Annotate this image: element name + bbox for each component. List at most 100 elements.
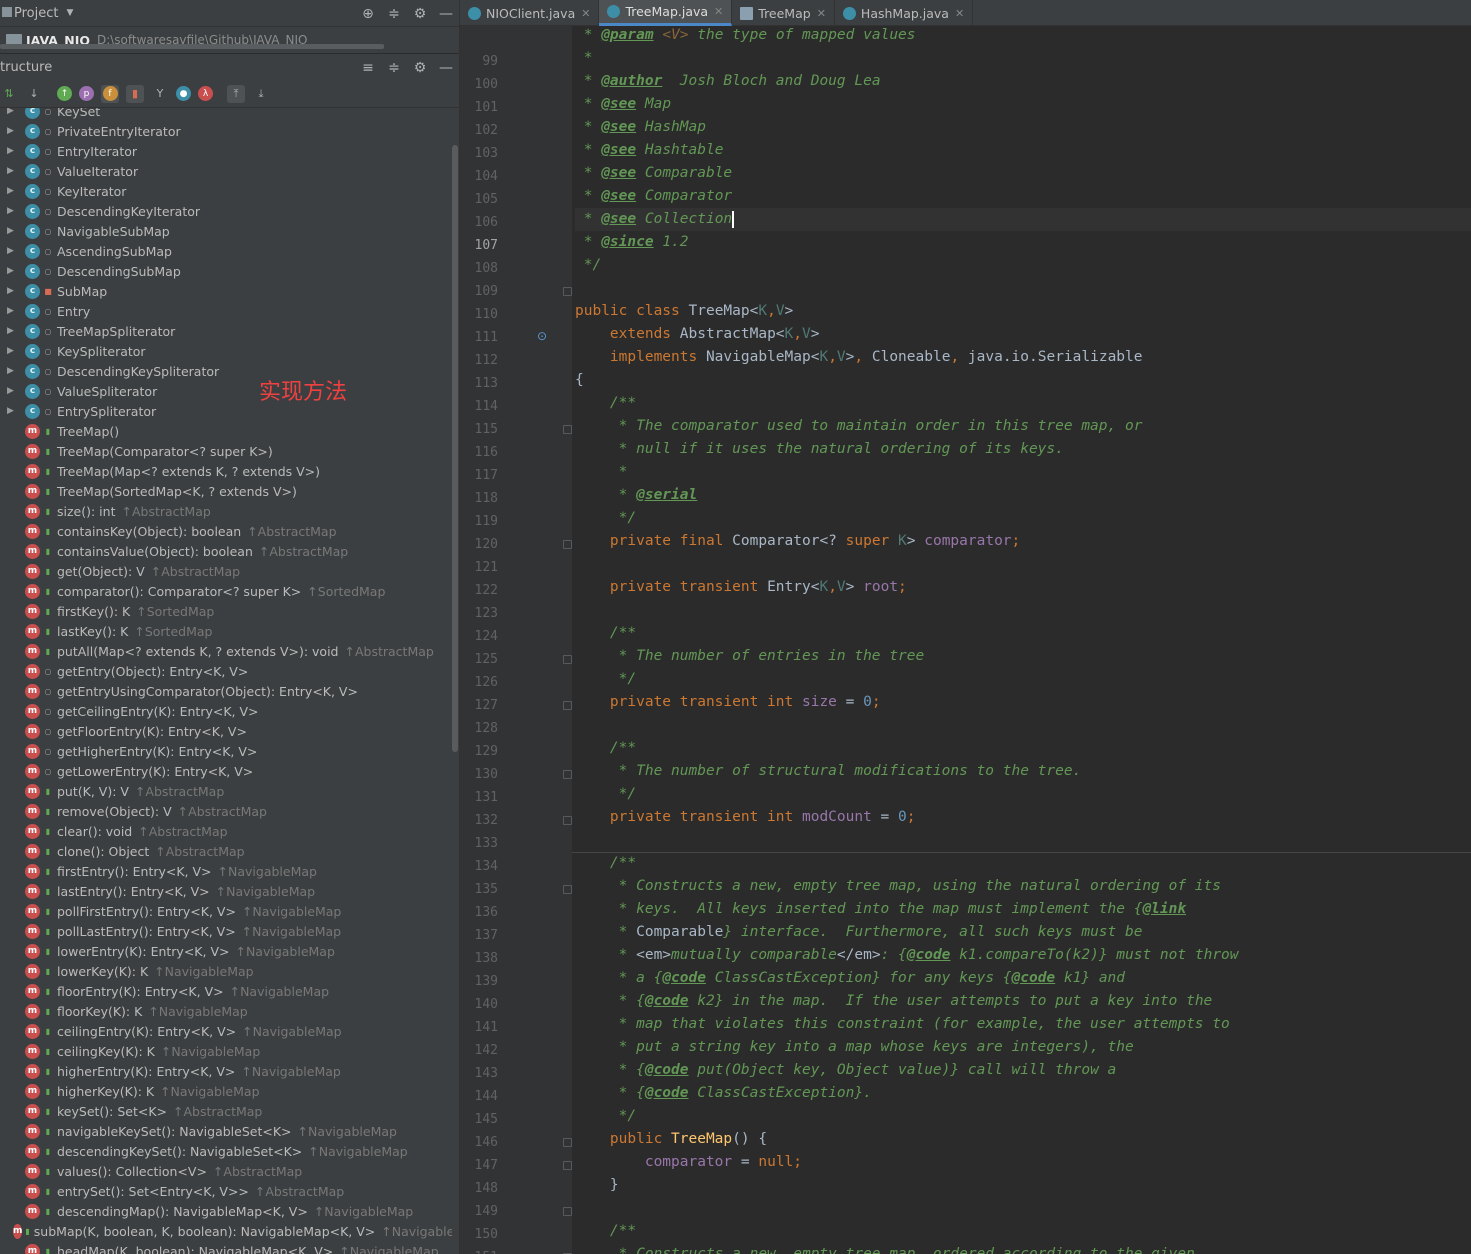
collapse-all-icon[interactable]: ≑ <box>387 60 401 76</box>
expand-arrow-icon[interactable]: ▶ <box>7 166 19 176</box>
close-icon[interactable]: ✕ <box>714 5 723 18</box>
code-line[interactable]: /** <box>575 737 636 760</box>
expand-arrow-icon[interactable]: ▶ <box>7 266 19 276</box>
autoscroll-to-source-icon[interactable]: ⤒ <box>227 84 245 103</box>
fold-marker-icon[interactable] <box>563 770 572 779</box>
project-horizontal-scrollbar[interactable] <box>0 44 384 49</box>
tree-item-method[interactable]: m ▮ put(K, V): V ↑AbstractMap <box>0 781 452 801</box>
autoscroll-from-source-icon[interactable]: ⤓ <box>252 85 270 103</box>
sort-visibility-icon[interactable]: ⇅ <box>0 85 18 103</box>
tree-item-method[interactable]: m ▮ ceilingEntry(K): Entry<K, V> ↑Navigable… <box>0 1021 452 1041</box>
tree-item-method[interactable]: m ○ getCeilingEntry(K): Entry<K, V> <box>0 701 452 721</box>
fold-marker-icon[interactable] <box>563 540 572 549</box>
code-line[interactable]: public TreeMap() { <box>575 1128 767 1151</box>
tree-item-method[interactable]: m ▮ TreeMap() <box>0 421 452 441</box>
code-line[interactable]: * @see Comparable <box>575 162 732 185</box>
tree-item-method[interactable]: m ▮ headMap(K, boolean): NavigableMap<K, V… <box>0 1241 452 1254</box>
code-line[interactable]: * map that violates this constraint (for… <box>575 1013 1230 1036</box>
code-line[interactable]: extends AbstractMap<K,V> <box>575 323 820 346</box>
code-line[interactable]: comparator = null; <box>575 1151 802 1174</box>
tree-item-class[interactable]: ▶ c ■ SubMap <box>0 281 452 301</box>
tree-item-method[interactable]: m ○ getHigherEntry(K): Entry<K, V> <box>0 741 452 761</box>
code-line[interactable]: private transient Entry<K,V> root; <box>575 576 907 599</box>
code-line[interactable]: * @since 1.2 <box>575 231 689 254</box>
tree-item-method[interactable]: m ▮ TreeMap(Comparator<? super K>) <box>0 441 452 461</box>
expand-arrow-icon[interactable]: ▶ <box>7 206 19 216</box>
code-line[interactable]: */ <box>575 668 636 691</box>
tree-item-class[interactable]: ▶ c ○ DescendingSubMap <box>0 261 452 281</box>
expand-arrow-icon[interactable]: ▶ <box>7 186 19 196</box>
tree-item-method[interactable]: m ▮ TreeMap(SortedMap<K, ? extends V>) <box>0 481 452 501</box>
locate-icon[interactable]: ⊕ <box>361 6 375 22</box>
code-line[interactable]: * put a string key into a map whose keys… <box>575 1036 1134 1059</box>
code-line[interactable]: * @see Hashtable <box>575 139 724 162</box>
tree-item-method[interactable]: m ▮ comparator(): Comparator<? super K> ↑So… <box>0 581 452 601</box>
tree-item-method[interactable]: m ▮ keySet(): Set<K> ↑AbstractMap <box>0 1101 452 1121</box>
fold-marker-icon[interactable] <box>563 816 572 825</box>
structure-vertical-scrollbar[interactable] <box>452 145 458 752</box>
tree-item-method[interactable]: m ▮ descendingMap(): NavigableMap<K, V> ↑Na… <box>0 1201 452 1221</box>
show-non-public-icon[interactable]: ▮ <box>126 84 144 103</box>
code-line[interactable]: * The number of entries in the tree <box>575 645 925 668</box>
code-line[interactable]: * <box>575 47 593 70</box>
code-line[interactable]: private transient int size = 0; <box>575 691 881 714</box>
code-line[interactable]: /** <box>575 1220 636 1243</box>
code-line[interactable]: * @see Collection <box>575 208 1471 231</box>
fold-marker-icon[interactable] <box>563 287 572 296</box>
expand-arrow-icon[interactable]: ▶ <box>7 346 19 356</box>
code-line[interactable]: */ <box>575 783 636 806</box>
tree-item-class[interactable]: ▶ c ○ KeySet <box>0 108 452 121</box>
code-line[interactable]: * null if it uses the natural ordering o… <box>575 438 1064 461</box>
code-line[interactable]: * @serial <box>575 484 698 507</box>
code-line[interactable]: * @see Map <box>575 93 671 116</box>
tree-item-class[interactable]: ▶ c ○ ValueSpliterator <box>0 381 452 401</box>
sort-alpha-icon[interactable]: ↓ <box>25 85 43 103</box>
tree-item-class[interactable]: ▶ c ○ TreeMapSpliterator <box>0 321 452 341</box>
show-properties-icon[interactable]: p <box>79 86 94 101</box>
code-line[interactable]: * @see Comparator <box>575 185 732 208</box>
code-line[interactable]: * @author Josh Bloch and Doug Lea <box>575 70 881 93</box>
code-line[interactable]: * The number of structural modifications… <box>575 760 1082 783</box>
tree-item-method[interactable]: m ○ getEntryUsingComparator(Object): Entry… <box>0 681 452 701</box>
tree-item-method[interactable]: m ▮ subMap(K, boolean, K, boolean): Naviga… <box>0 1221 452 1241</box>
code-line[interactable]: * <box>575 461 628 484</box>
project-root-node[interactable]: JAVA_NIO D:\softwaresavfile\Github\JAVA_… <box>0 27 459 53</box>
tree-item-method[interactable]: m ○ getLowerEntry(K): Entry<K, V> <box>0 761 452 781</box>
lambda-icon[interactable]: λ <box>198 86 213 101</box>
code-line[interactable]: private final Comparator<? super K> comp… <box>575 530 1020 553</box>
show-fields-toggle[interactable]: f <box>101 84 119 103</box>
implements-gutter-icon[interactable]: ⊙ <box>537 329 547 343</box>
tree-item-class[interactable]: ▶ c ○ DescendingKeySpliterator <box>0 361 452 381</box>
expand-arrow-icon[interactable]: ▶ <box>7 386 19 396</box>
expand-arrow-icon[interactable]: ▶ <box>7 146 19 156</box>
close-icon[interactable]: ✕ <box>955 7 964 20</box>
code-line[interactable]: * a {@code ClassCastException} for any k… <box>575 967 1125 990</box>
expand-all-icon[interactable]: ≡ <box>361 60 375 76</box>
code-line[interactable]: /** <box>575 392 636 415</box>
tree-item-method[interactable]: m ▮ containsValue(Object): boolean ↑Abstrac… <box>0 541 452 561</box>
code-line[interactable]: */ <box>575 1105 636 1128</box>
minimize-icon[interactable]: — <box>439 60 453 76</box>
fold-marker-icon[interactable] <box>563 1207 572 1216</box>
show-anonymous-icon[interactable]: ● <box>176 86 191 101</box>
tree-item-method[interactable]: m ▮ pollFirstEntry(): Entry<K, V> ↑Navigabl… <box>0 901 452 921</box>
tree-item-method[interactable]: m ▮ lowerEntry(K): Entry<K, V> ↑NavigableMa… <box>0 941 452 961</box>
tree-item-class[interactable]: ▶ c ○ DescendingKeyIterator <box>0 201 452 221</box>
tree-item-method[interactable]: m ▮ firstEntry(): Entry<K, V> ↑NavigableMap <box>0 861 452 881</box>
tree-item-method[interactable]: m ▮ higherKey(K): K ↑NavigableMap <box>0 1081 452 1101</box>
code-line[interactable]: * @see HashMap <box>575 116 706 139</box>
code-line[interactable]: */ <box>575 507 636 530</box>
expand-arrow-icon[interactable]: ▶ <box>7 108 19 116</box>
fold-marker-icon[interactable] <box>563 425 572 434</box>
close-icon[interactable]: ✕ <box>817 7 826 20</box>
editor-tab[interactable]: TreeMap.java ✕ <box>599 0 733 26</box>
code-line[interactable]: * Constructs a new, empty tree map, usin… <box>575 875 1221 898</box>
tree-item-class[interactable]: ▶ c ○ AscendingSubMap <box>0 241 452 261</box>
tree-item-method[interactable]: m ▮ firstKey(): K ↑SortedMap <box>0 601 452 621</box>
code-line[interactable]: * <em>mutually comparable</em>: {@code k… <box>575 944 1239 967</box>
expand-arrow-icon[interactable]: ▶ <box>7 226 19 236</box>
code-line[interactable]: * Comparable} interface. Furthermore, al… <box>575 921 1143 944</box>
fold-marker-icon[interactable] <box>563 655 572 664</box>
chevron-down-icon[interactable]: ▼ <box>66 8 73 18</box>
code-area[interactable]: * @param <V> the type of mapped values *… <box>572 26 1471 1254</box>
